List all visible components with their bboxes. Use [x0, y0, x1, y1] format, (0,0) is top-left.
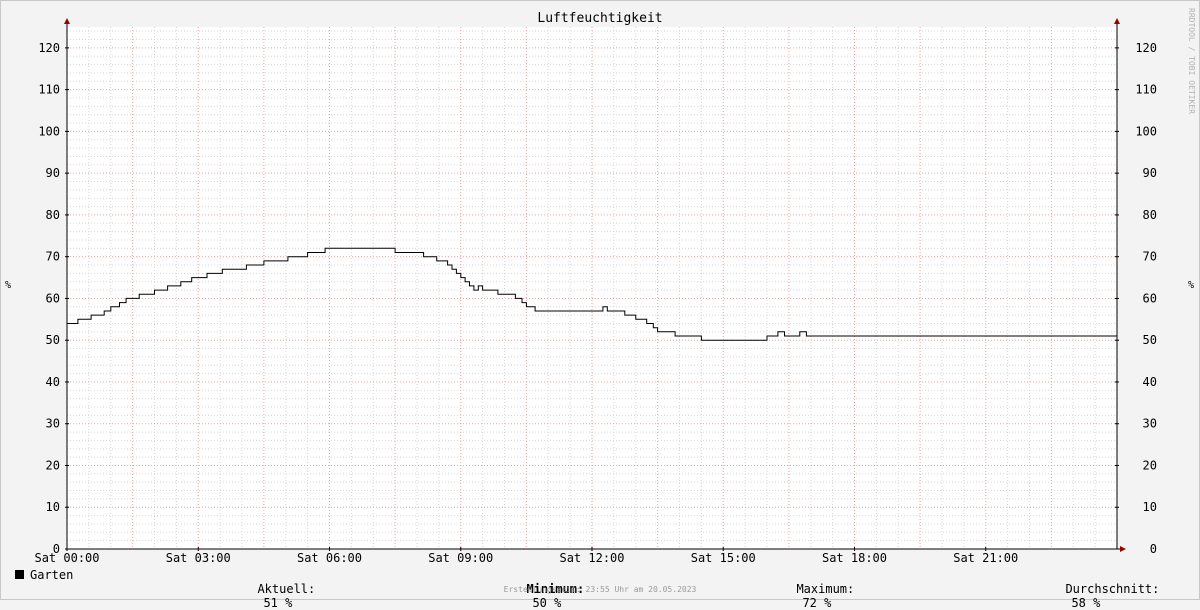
y-tick-label-left: 10 [46, 500, 60, 514]
y-axis-label-left: % [5, 280, 12, 291]
y-tick-label-right: 80 [1143, 208, 1157, 222]
y-tick-label-left: 20 [46, 458, 60, 472]
y-tick-label-right: 70 [1143, 250, 1157, 264]
y-axis-arrow-left [64, 18, 70, 24]
y-tick-label-right: 20 [1143, 458, 1157, 472]
stat-current-value: 51 % [263, 596, 293, 610]
x-tick-label: Sat 09:00 [428, 551, 493, 565]
y-tick-label-left: 70 [46, 250, 60, 264]
x-axis-arrow [1120, 546, 1126, 552]
y-tick-label-right: 100 [1135, 124, 1157, 138]
y-axis-label-right: % [1188, 280, 1195, 291]
y-tick-label-left: 50 [46, 333, 60, 347]
y-tick-label-right: 120 [1135, 41, 1157, 55]
stat-max-value: 72 % [802, 596, 832, 610]
stat-avg-value: 58 % [1071, 596, 1101, 610]
y-tick-label-right: 40 [1143, 375, 1157, 389]
y-tick-label-left: 100 [38, 124, 60, 138]
legend-label: Garten [30, 568, 74, 582]
y-tick-label-left: 120 [38, 41, 60, 55]
grid-layer [67, 27, 1117, 549]
footer-timestamp: Erstellungszeit: 23:55 Uhr am 20.05.2023 [503, 585, 697, 594]
y-tick-label-right: 30 [1143, 417, 1157, 431]
y-tick-label-right: 0 [1150, 542, 1157, 556]
stat-min-value: 50 % [532, 596, 562, 610]
x-tick-label: Sat 18:00 [822, 551, 887, 565]
x-tick-label: Sat 00:00 [34, 551, 99, 565]
y-tick-label-right: 90 [1143, 166, 1157, 180]
legend-swatch [15, 570, 24, 579]
y-tick-label-left: 30 [46, 417, 60, 431]
y-tick-label-left: 40 [46, 375, 60, 389]
x-tick-label: Sat 15:00 [691, 551, 756, 565]
y-axis-arrow-right [1114, 18, 1120, 24]
y-tick-label-right: 60 [1143, 291, 1157, 305]
y-tick-label-right: 50 [1143, 333, 1157, 347]
y-tick-label-left: 60 [46, 291, 60, 305]
chart-svg: 0 010 1020 2030 3040 4050 5060 6070 7080 8090 9010… [34, 18, 1157, 565]
y-tick-label-right: 110 [1135, 83, 1157, 97]
x-tick-label: Sat 06:00 [297, 551, 362, 565]
y-tick-label-left: 80 [46, 208, 60, 222]
x-tick-label: Sat 21:00 [953, 551, 1018, 565]
x-tick-label: Sat 12:00 [559, 551, 624, 565]
y-tick-label-right: 10 [1143, 500, 1157, 514]
y-tick-label-left: 90 [46, 166, 60, 180]
y-tick-label-left: 110 [38, 83, 60, 97]
x-tick-label: Sat 03:00 [166, 551, 231, 565]
